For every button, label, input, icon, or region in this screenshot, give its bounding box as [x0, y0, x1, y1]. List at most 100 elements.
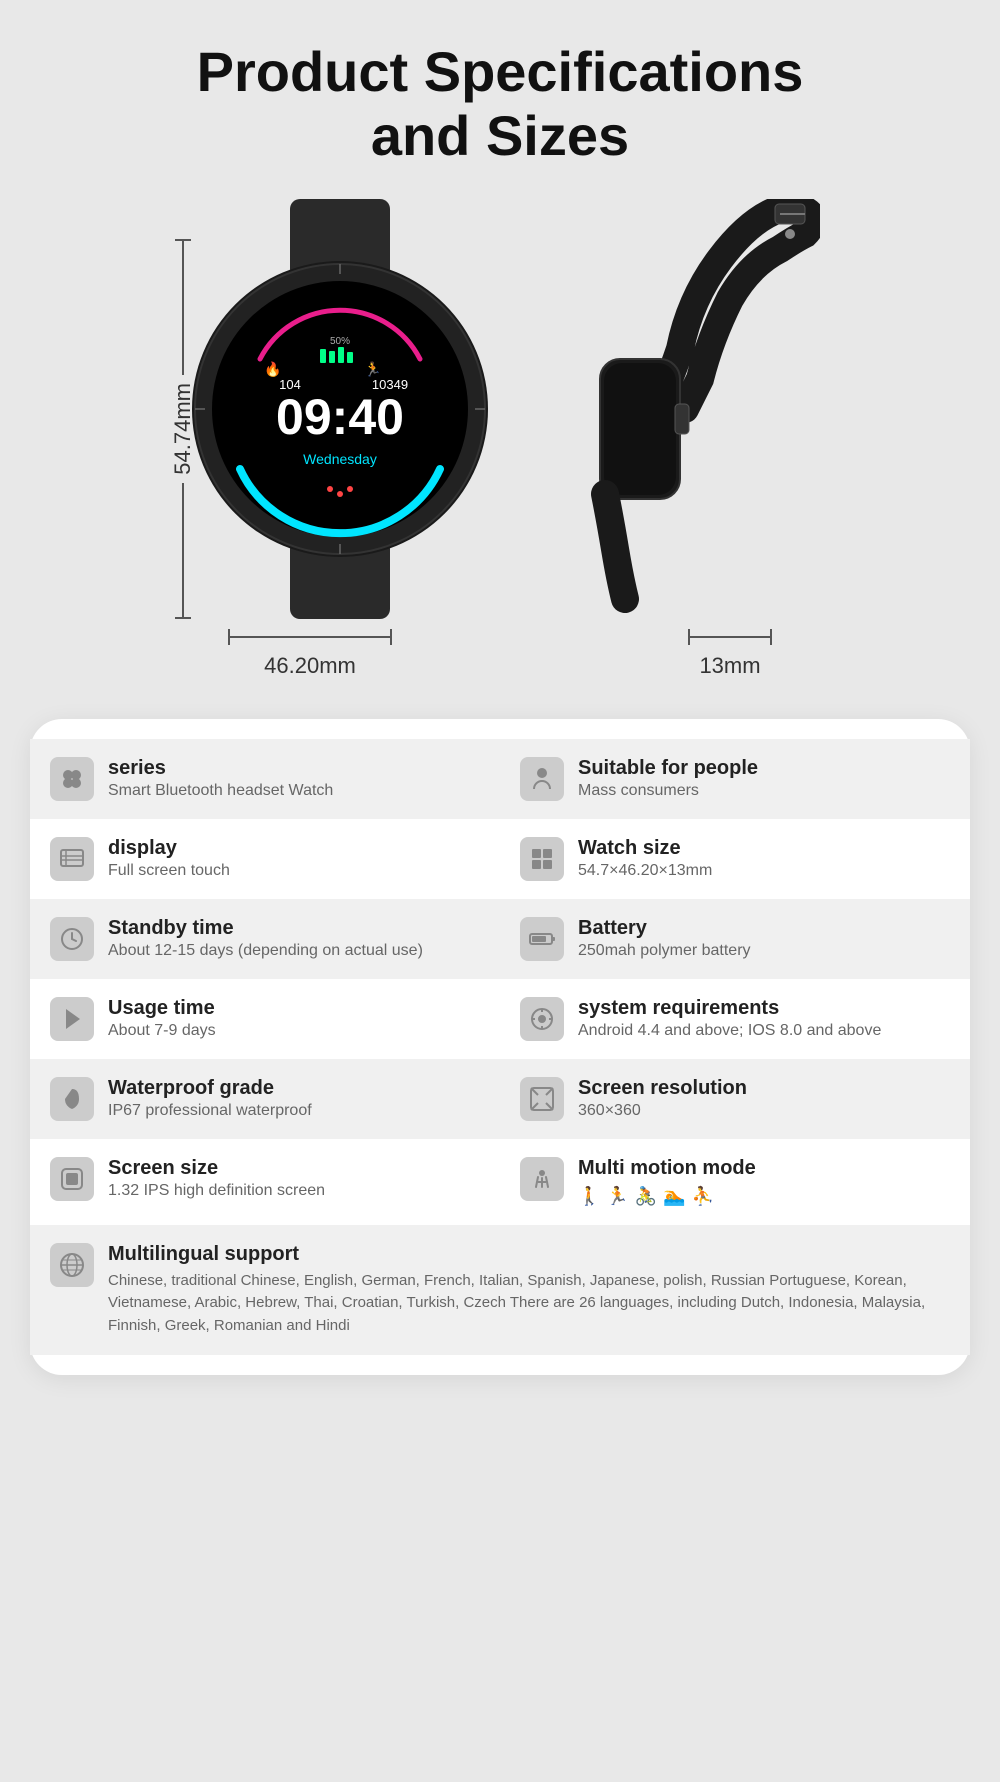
dim-tick-bottom	[175, 617, 191, 619]
language-icon	[50, 1243, 94, 1287]
system-icon	[520, 997, 564, 1041]
spec-cell-multilingual: Multilingual support Chinese, traditiona…	[30, 1225, 970, 1356]
battery-icon	[520, 917, 564, 961]
series-icon	[50, 757, 94, 801]
usage-value: About 7-9 days	[108, 1022, 216, 1040]
multilingual-text: Multilingual support Chinese, traditiona…	[108, 1243, 950, 1338]
dim-line-v	[182, 241, 184, 375]
people-value: Mass consumers	[578, 782, 758, 800]
spec-row-4: Usage time About 7-9 days system require…	[30, 979, 970, 1059]
motion-icon-5: ⛹	[692, 1186, 714, 1207]
watch-images-section: 54.74mm 09:40 Wednesday 104	[0, 199, 1000, 619]
display-icon	[50, 837, 94, 881]
series-value: Smart Bluetooth headset Watch	[108, 782, 333, 800]
spec-row-7: Multilingual support Chinese, traditiona…	[30, 1225, 970, 1356]
screensize-text: Screen size 1.32 IPS high definition scr…	[108, 1157, 325, 1200]
tick-right	[390, 629, 392, 645]
standby-text: Standby time About 12-15 days (depending…	[108, 917, 423, 960]
usage-title: Usage time	[108, 997, 216, 1020]
watchsize-value: 54.7×46.20×13mm	[578, 862, 712, 880]
spec-cell-resolution: Screen resolution 360×360	[500, 1059, 970, 1139]
spec-row-1: series Smart Bluetooth headset Watch Sui…	[30, 739, 970, 819]
motion-text: Multi motion mode 🚶 🏃 🚴 🏊 ⛹	[578, 1157, 756, 1207]
depth-dimension: 13mm	[688, 629, 772, 679]
motion-icon-3: 🚴	[635, 1186, 657, 1207]
watch-size-icon	[520, 837, 564, 881]
spec-cell-usage: Usage time About 7-9 days	[30, 979, 500, 1059]
dim-line-v2	[182, 483, 184, 617]
spec-row-6: Screen size 1.32 IPS high definition scr…	[30, 1139, 970, 1225]
width-dimension: 46.20mm	[228, 629, 392, 679]
resolution-icon	[520, 1077, 564, 1121]
height-dimension: 54.74mm	[170, 239, 196, 619]
battery-value: 250mah polymer battery	[578, 942, 751, 960]
svg-text:10349: 10349	[372, 377, 408, 392]
resolution-text: Screen resolution 360×360	[578, 1077, 747, 1120]
series-text: series Smart Bluetooth headset Watch	[108, 757, 333, 800]
spec-cell-screensize: Screen size 1.32 IPS high definition scr…	[30, 1139, 500, 1225]
sysreq-text: system requirements Android 4.4 and abov…	[578, 997, 881, 1040]
series-title: series	[108, 757, 333, 780]
battery-text: Battery 250mah polymer battery	[578, 917, 751, 960]
width-line	[228, 629, 392, 645]
screensize-title: Screen size	[108, 1157, 325, 1180]
multilingual-title: Multilingual support	[108, 1243, 950, 1266]
spec-cell-watchsize: Watch size 54.7×46.20×13mm	[500, 819, 970, 899]
standby-icon	[50, 917, 94, 961]
depth-line	[688, 629, 772, 645]
standby-title: Standby time	[108, 917, 423, 940]
spec-cell-sysreq: system requirements Android 4.4 and abov…	[500, 979, 970, 1059]
specs-card: series Smart Bluetooth headset Watch Sui…	[30, 719, 970, 1376]
sysreq-title: system requirements	[578, 997, 881, 1020]
line-h	[230, 636, 390, 638]
spec-row-5: Waterproof grade IP67 professional water…	[30, 1059, 970, 1139]
water-icon	[50, 1077, 94, 1121]
usage-text: Usage time About 7-9 days	[108, 997, 216, 1040]
svg-text:Wednesday: Wednesday	[303, 451, 377, 467]
motion-icon-1: 🚶	[578, 1186, 600, 1207]
battery-title: Battery	[578, 917, 751, 940]
spec-cell-series: series Smart Bluetooth headset Watch	[30, 739, 500, 819]
spec-cell-waterproof: Waterproof grade IP67 professional water…	[30, 1059, 500, 1139]
resolution-title: Screen resolution	[578, 1077, 747, 1100]
depth-label: 13mm	[699, 653, 760, 679]
resolution-value: 360×360	[578, 1102, 747, 1120]
screensize-value: 1.32 IPS high definition screen	[108, 1182, 325, 1200]
multilingual-body: Chinese, traditional Chinese, English, G…	[108, 1270, 950, 1338]
screen-size-icon	[50, 1157, 94, 1201]
tick-right2	[770, 629, 772, 645]
waterproof-text: Waterproof grade IP67 professional water…	[108, 1077, 312, 1120]
watchsize-title: Watch size	[578, 837, 712, 860]
page-title: Product Specifications and Sizes	[137, 40, 864, 169]
svg-text:50%: 50%	[330, 336, 350, 347]
motion-icon-4: 🏊	[663, 1186, 685, 1207]
watch-side-svg	[520, 199, 820, 619]
svg-text:🏃: 🏃	[364, 361, 381, 377]
people-icon	[520, 757, 564, 801]
spec-cell-standby: Standby time About 12-15 days (depending…	[30, 899, 500, 979]
spec-cell-battery: Battery 250mah polymer battery	[500, 899, 970, 979]
dimensions-row: 46.20mm 13mm	[0, 629, 1000, 679]
watch-front-container: 54.74mm 09:40 Wednesday 104	[180, 199, 500, 619]
display-value: Full screen touch	[108, 862, 230, 880]
svg-text:09:40: 09:40	[276, 389, 404, 445]
standby-value: About 12-15 days (depending on actual us…	[108, 942, 423, 960]
spec-cell-people: Suitable for people Mass consumers	[500, 739, 970, 819]
sysreq-value: Android 4.4 and above; IOS 8.0 and above	[578, 1022, 881, 1040]
people-title: Suitable for people	[578, 757, 758, 780]
line-h2	[690, 636, 770, 638]
svg-text:🔥: 🔥	[264, 361, 281, 378]
waterproof-value: IP67 professional waterproof	[108, 1102, 312, 1120]
display-text: display Full screen touch	[108, 837, 230, 880]
spec-row-3: Standby time About 12-15 days (depending…	[30, 899, 970, 979]
watch-front-svg: 09:40 Wednesday 104 10349 🔥 🏃 50%	[180, 199, 500, 619]
spec-cell-motion: Multi motion mode 🚶 🏃 🚴 🏊 ⛹	[500, 1139, 970, 1225]
dim-height-label: 54.74mm	[170, 375, 196, 483]
motion-icon-2: 🏃	[606, 1186, 628, 1207]
width-label: 46.20mm	[264, 653, 356, 679]
usage-icon	[50, 997, 94, 1041]
watchsize-text: Watch size 54.7×46.20×13mm	[578, 837, 712, 880]
waterproof-title: Waterproof grade	[108, 1077, 312, 1100]
people-text: Suitable for people Mass consumers	[578, 757, 758, 800]
motion-icons: 🚶 🏃 🚴 🏊 ⛹	[578, 1186, 756, 1207]
